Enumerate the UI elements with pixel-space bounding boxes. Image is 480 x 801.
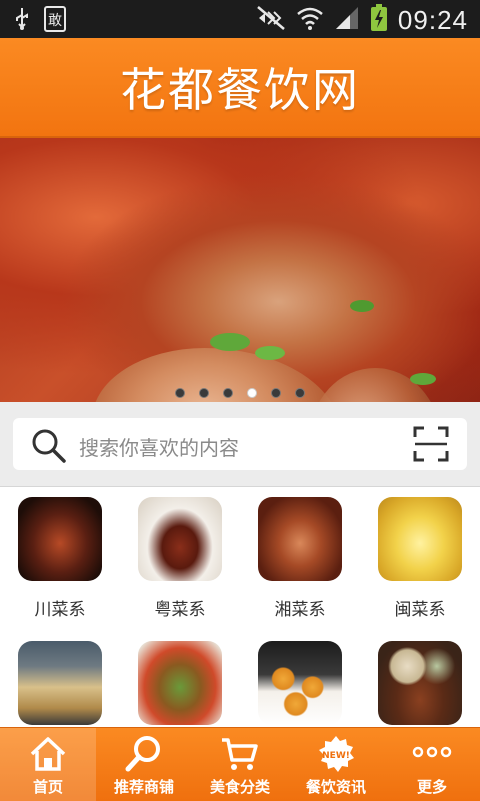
home-icon [28,734,68,774]
carousel-dot[interactable] [199,388,209,398]
debug-glyph: 敢 [48,13,62,29]
category-thumbnail [18,641,102,725]
tab-label: 餐饮资讯 [305,778,366,796]
usb-icon [14,7,30,35]
more-icon [412,734,452,774]
category-label: 闽菜系 [394,600,446,620]
category-label: 湘菜系 [274,600,326,620]
category-thumbnail [18,497,102,581]
search-input[interactable]: 搜索你喜欢的内容 [13,418,467,470]
carousel-dot[interactable] [247,388,257,398]
category-item-chuan[interactable]: 川菜系 [0,487,120,620]
tab-label: 更多 [416,778,447,796]
cart-icon [220,734,260,774]
search-icon[interactable] [31,428,67,468]
category-label: 粤菜系 [154,600,206,620]
tab-home[interactable]: 首页 [0,728,96,801]
tab-more[interactable]: 更多 [384,728,480,801]
magnifier-icon [124,734,164,774]
status-bar: 敢 09:24 [0,0,480,38]
category-thumbnail [378,497,462,581]
wifi-icon [296,5,324,35]
category-thumbnail [138,497,222,581]
category-grid: 川菜系 粤菜系 湘菜系 闽菜系 [0,487,480,727]
scan-icon[interactable] [413,426,449,466]
new-badge-icon: NEW! [316,734,356,774]
category-item-yue[interactable]: 粤菜系 [120,487,240,620]
battery-charging-icon [370,4,388,36]
banner-carousel[interactable] [0,138,480,402]
signal-icon [334,5,360,35]
search-placeholder: 搜索你喜欢的内容 [79,436,239,460]
tab-food-categories[interactable]: 美食分类 [192,728,288,801]
page-title: 花都餐饮网 [120,63,360,117]
category-thumbnail [138,641,222,725]
banner-garnish [410,373,436,385]
category-item-xiang[interactable]: 湘菜系 [240,487,360,620]
category-thumbnail [258,641,342,725]
carousel-dot[interactable] [223,388,233,398]
banner-garnish [255,346,285,360]
clock: 09:24 [397,4,468,35]
category-item-min[interactable]: 闽菜系 [360,487,480,620]
tab-recommended-shops[interactable]: 推荐商铺 [96,728,192,801]
carousel-indicator [0,388,480,400]
bottom-tab-bar: 首页 推荐商铺 美食分类 NEW! 餐饮资讯 更多 [0,727,480,801]
tab-label: 美食分类 [209,778,270,796]
banner-garnish [210,333,250,351]
tab-food-news[interactable]: NEW! 餐饮资讯 [288,728,384,801]
mute-icon [256,5,286,35]
header-bar: 花都餐饮网 [0,38,480,138]
carousel-dot[interactable] [271,388,281,398]
tab-label: 推荐商铺 [113,778,174,796]
carousel-dot[interactable] [295,388,305,398]
new-badge-text: NEW! [322,751,350,761]
category-thumbnail [258,497,342,581]
search-area: 搜索你喜欢的内容 [0,402,480,486]
banner-garnish [350,300,374,312]
category-thumbnail [378,641,462,725]
debug-icon: 敢 [44,6,66,36]
carousel-dot[interactable] [175,388,185,398]
category-label: 川菜系 [34,600,86,620]
tab-label: 首页 [32,778,63,796]
